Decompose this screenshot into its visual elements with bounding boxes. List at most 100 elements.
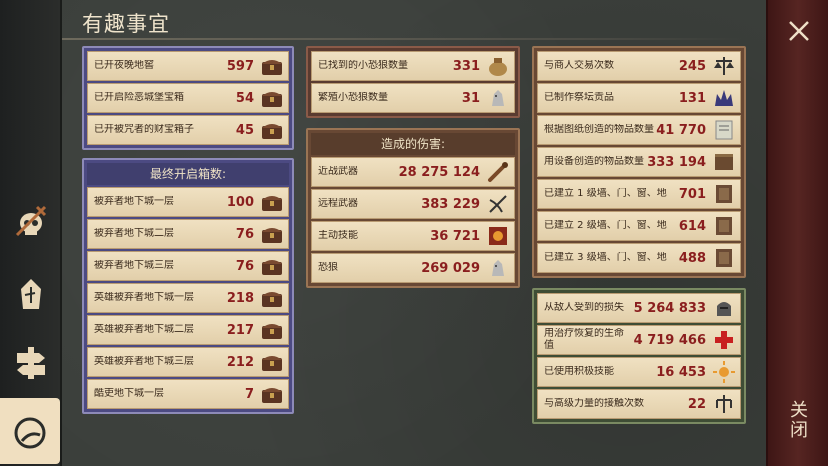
chests-opened-panel: 已开夜晚地窖 597 已开启险恶城堡宝箱 54 已开被咒者的财宝箱子 45	[82, 46, 294, 150]
combat-stats-panel: 从敌人受到的损失 5 264 833 用治疗恢复的生命值 4 719 466 已使用积极…	[532, 288, 746, 424]
stat-label: 用治疗恢复的生命值	[544, 328, 624, 351]
stat-label: 用设备创造的物品数量	[544, 156, 644, 167]
panel-header: 最终开启箱数:	[87, 163, 289, 185]
close-strip[interactable]: 关闭	[766, 0, 828, 466]
stat-row: 被弃者地下城二层 76	[87, 219, 289, 249]
chest-icon	[260, 222, 284, 246]
stat-row: 远程武器 383 229	[311, 189, 515, 219]
stat-value: 597	[226, 58, 254, 74]
final-chests-panel: 最终开启箱数: 被弃者地下城一层 100 被弃者地下城二层 76 被弃者地下城三层 76 英雄…	[82, 158, 294, 414]
stat-value: 16 453	[656, 364, 706, 380]
chest-icon	[260, 254, 284, 278]
stat-row: 已找到的小恐狼数量 331	[311, 51, 515, 81]
crown-icon	[712, 86, 736, 110]
sidebar-chess-button[interactable]	[8, 272, 54, 318]
stat-value: 217	[226, 322, 254, 338]
stat-value: 76	[235, 258, 254, 274]
stat-row: 恐狼 269 029	[311, 253, 515, 283]
crescent-moon-icon	[14, 417, 46, 449]
wall-icon	[712, 182, 736, 206]
stat-label: 主动技能	[318, 230, 358, 241]
stat-value: 100	[226, 194, 254, 210]
stat-label: 与商人交易次数	[544, 60, 614, 71]
crossbow-icon	[486, 192, 510, 216]
stat-value: 4 719 466	[633, 332, 706, 348]
stat-label: 英雄被弃者地下城二层	[94, 324, 194, 335]
close-label[interactable]: 关闭	[787, 400, 810, 440]
damage-dealt-panel: 造成的伤害: 近战武器 28 275 124 远程武器 383 229 主动技能 36 72…	[306, 128, 520, 288]
left-sidebar	[0, 0, 60, 466]
chest-icon	[260, 190, 284, 214]
stat-row: 用治疗恢复的生命值 4 719 466	[537, 325, 741, 355]
signpost-icon	[17, 347, 45, 379]
red-cross-icon	[712, 328, 736, 352]
stat-label: 已开被咒者的财宝箱子	[94, 124, 194, 135]
wall-icon	[712, 214, 736, 238]
blueprint-icon	[712, 118, 736, 142]
stat-label: 已建立 1 级墙、门、窗、地	[544, 188, 667, 199]
stat-value: 333 194	[647, 154, 706, 170]
stat-row: 近战武器 28 275 124	[311, 157, 515, 187]
chess-piece-icon	[21, 279, 41, 309]
stat-value: 701	[678, 186, 706, 202]
panel-header: 造成的伤害:	[311, 133, 515, 155]
chest-icon	[260, 86, 284, 110]
stat-value: 245	[678, 58, 706, 74]
stat-label: 远程武器	[318, 198, 358, 209]
skull-dagger-icon	[15, 205, 47, 237]
stat-label: 已找到的小恐狼数量	[318, 60, 408, 71]
stat-value: 614	[678, 218, 706, 234]
stat-row: 英雄被弃者地下城二层 217	[87, 315, 289, 345]
stat-value: 28 275 124	[398, 164, 480, 180]
close-icon[interactable]	[784, 16, 814, 46]
skill-book-icon	[486, 224, 510, 248]
stat-value: 54	[235, 90, 254, 106]
stat-row: 繁殖小恐狼数量 31	[311, 83, 515, 113]
stat-row: 已建立 2 级墙、门、窗、地 614	[537, 211, 741, 241]
stat-value: 383 229	[421, 196, 480, 212]
stat-label: 已建立 3 级墙、门、窗、地	[544, 252, 667, 263]
rune-icon	[712, 392, 736, 416]
stat-value: 5 264 833	[633, 300, 706, 316]
stat-label: 已开启险恶城堡宝箱	[94, 92, 184, 103]
stat-row: 已建立 1 级墙、门、窗、地 701	[537, 179, 741, 209]
stat-row: 英雄被弃者地下城三层 212	[87, 347, 289, 377]
stat-value: 76	[235, 226, 254, 242]
club-icon	[486, 160, 510, 184]
stat-row: 与商人交易次数 245	[537, 51, 741, 81]
crafting-trading-panel: 与商人交易次数 245 已制作祭坛贡品 131 根据图纸创造的物品数量 41 770 用设备…	[532, 46, 746, 278]
stat-row: 已开夜晚地窖 597	[87, 51, 289, 81]
stat-value: 36 721	[430, 228, 480, 244]
sidebar-signpost-button[interactable]	[8, 340, 54, 386]
sidebar-skull-button[interactable]	[8, 198, 54, 244]
stat-label: 英雄被弃者地下城三层	[94, 356, 194, 367]
dire-wolf-panel: 已找到的小恐狼数量 331 繁殖小恐狼数量 31	[306, 46, 520, 118]
stat-label: 近战武器	[318, 166, 358, 177]
stat-row: 酷吏地下城一层 7	[87, 379, 289, 409]
helmet-icon	[712, 296, 736, 320]
stat-row: 主动技能 36 721	[311, 221, 515, 251]
stat-label: 与高级力量的接触次数	[544, 398, 644, 409]
stat-row: 用设备创造的物品数量 333 194	[537, 147, 741, 177]
stat-label: 已开夜晚地窖	[94, 60, 154, 71]
stat-value: 488	[678, 250, 706, 266]
wolf-icon	[486, 256, 510, 280]
stat-label: 繁殖小恐狼数量	[318, 92, 388, 103]
scales-icon	[712, 54, 736, 78]
stat-row: 已建立 3 级墙、门、窗、地 488	[537, 243, 741, 273]
stat-row: 被弃者地下城三层 76	[87, 251, 289, 281]
stat-label: 被弃者地下城一层	[94, 196, 174, 207]
sidebar-moon-button[interactable]	[0, 398, 60, 464]
stat-label: 已制作祭坛贡品	[544, 92, 614, 103]
stat-label: 从敌人受到的损失	[544, 302, 624, 313]
stat-value: 7	[244, 386, 254, 402]
stat-row: 被弃者地下城一层 100	[87, 187, 289, 217]
chest-icon	[260, 318, 284, 342]
stat-value: 131	[678, 90, 706, 106]
stat-value: 218	[226, 290, 254, 306]
chest-icon	[260, 350, 284, 374]
stat-row: 与高级力量的接触次数 22	[537, 389, 741, 419]
stat-label: 已建立 2 级墙、门、窗、地	[544, 220, 667, 231]
chest-icon	[260, 382, 284, 406]
stat-label: 已使用积极技能	[544, 366, 614, 377]
